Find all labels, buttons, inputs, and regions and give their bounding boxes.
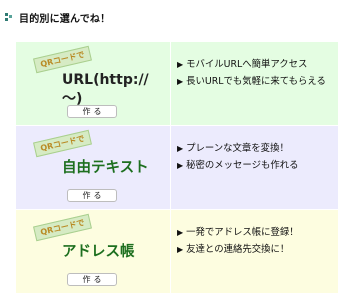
make-url-qr-button[interactable]: 作る <box>67 105 117 118</box>
qr-tag-label: QRコードで <box>33 129 92 158</box>
qr-tag-label: QRコードで <box>33 213 92 242</box>
section-heading: 目的別に選んでね！ <box>5 9 110 25</box>
list-item: ▶ 一発でアドレス帳に登録！ <box>177 224 332 241</box>
qr-tag-label: QRコードで <box>33 45 92 74</box>
triangle-right-icon: ▶ <box>177 77 184 86</box>
text-logo-text: 自由テキスト <box>62 160 149 176</box>
triangle-right-icon: ▶ <box>177 161 184 170</box>
text-qr-logo: QRコードで 自由テキスト <box>26 129 166 182</box>
diamond-dots-icon <box>5 13 13 21</box>
list-item-text: 長いURLでも気軽に来てもらえる <box>186 76 326 87</box>
list-item: ▶ 長いURLでも気軽に来てもらえる <box>177 73 332 90</box>
address-logo-cell: QRコードで アドレス帳 作る <box>16 210 170 293</box>
qr-type-row-text: QRコードで 自由テキスト 作る ▶ プレーンな文章を変換！ ▶ 秘密のメッセージも… <box>16 126 338 209</box>
triangle-right-icon: ▶ <box>177 228 184 237</box>
list-item: ▶ プレーンな文章を変換！ <box>177 140 332 157</box>
triangle-right-icon: ▶ <box>177 60 184 69</box>
qr-type-row-url: QRコードで URL(http://～) 作る ▶ モバイルURLへ簡単アクセス … <box>16 42 338 125</box>
url-logo-text: URL(http://～) <box>62 72 149 107</box>
list-item: ▶ 友達との連絡先交換に！ <box>177 241 332 258</box>
text-description-cell: ▶ プレーンな文章を変換！ ▶ 秘密のメッセージも作れる <box>171 126 338 209</box>
text-logo-cell: QRコードで 自由テキスト 作る <box>16 126 170 209</box>
url-qr-logo: QRコードで URL(http://～) <box>26 45 166 107</box>
qr-type-row-address: QRコードで アドレス帳 作る ▶ 一発でアドレス帳に登録！ ▶ 友達との連絡先交換… <box>16 210 338 293</box>
list-item-text: モバイルURLへ簡単アクセス <box>186 59 308 70</box>
address-qr-logo: QRコードで アドレス帳 <box>26 213 166 266</box>
list-item-text: 一発でアドレス帳に登録！ <box>186 227 299 238</box>
make-address-qr-button[interactable]: 作る <box>67 273 117 286</box>
triangle-right-icon: ▶ <box>177 245 184 254</box>
list-item-text: 友達との連絡先交換に！ <box>186 244 290 255</box>
list-item: ▶ モバイルURLへ簡単アクセス <box>177 56 332 73</box>
list-item-text: 秘密のメッセージも作れる <box>186 160 299 171</box>
make-text-qr-button[interactable]: 作る <box>67 189 117 202</box>
list-item-text: プレーンな文章を変換！ <box>186 143 289 154</box>
address-description-cell: ▶ 一発でアドレス帳に登録！ ▶ 友達との連絡先交換に！ <box>171 210 338 293</box>
list-item: ▶ 秘密のメッセージも作れる <box>177 157 332 174</box>
url-description-cell: ▶ モバイルURLへ簡単アクセス ▶ 長いURLでも気軽に来てもらえる <box>171 42 338 125</box>
triangle-right-icon: ▶ <box>177 144 184 153</box>
address-logo-text: アドレス帳 <box>62 244 135 260</box>
page-title: 目的別に選んでね！ <box>19 13 111 25</box>
qr-type-table: QRコードで URL(http://～) 作る ▶ モバイルURLへ簡単アクセス … <box>16 42 338 294</box>
url-logo-cell: QRコードで URL(http://～) 作る <box>16 42 170 125</box>
